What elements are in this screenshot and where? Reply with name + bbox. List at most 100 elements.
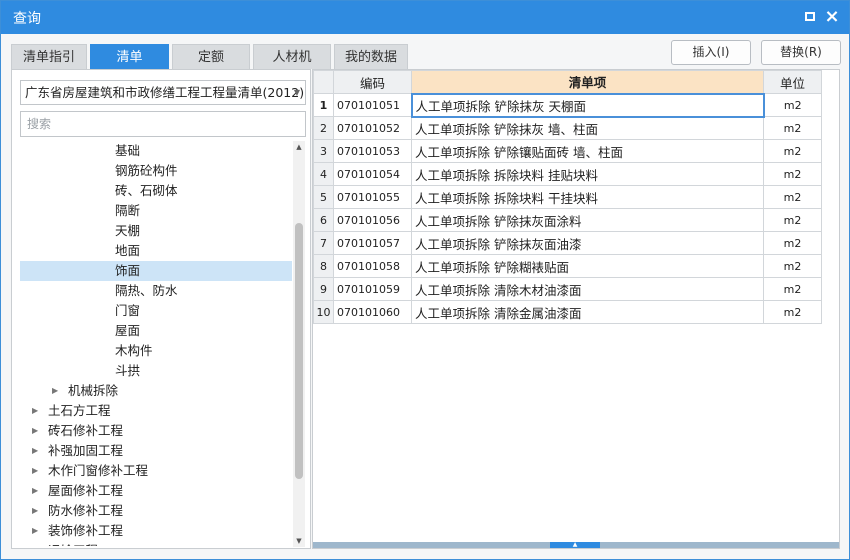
tree-item[interactable]: ▶ 补强加固工程 bbox=[20, 441, 292, 461]
code-cell[interactable]: 070101051 bbox=[333, 93, 412, 117]
insert-button[interactable]: 插入(I) bbox=[671, 40, 751, 65]
tree-item[interactable]: 砖、石砌体 bbox=[20, 181, 292, 201]
table-row[interactable]: 8 070101058 人工单项拆除 铲除糊裱贴面 m2 bbox=[313, 254, 822, 278]
tree-item[interactable]: 饰面 bbox=[20, 261, 292, 281]
unit-cell[interactable]: m2 bbox=[763, 116, 822, 140]
item-cell[interactable]: 人工单项拆除 铲除抹灰面涂料 bbox=[411, 208, 764, 232]
expand-arrow-icon[interactable]: ▶ bbox=[32, 461, 38, 481]
item-cell[interactable]: 人工单项拆除 铲除抹灰面油漆 bbox=[411, 231, 764, 255]
tab-bill[interactable]: 清单 bbox=[90, 44, 169, 69]
unit-cell[interactable]: m2 bbox=[763, 300, 822, 324]
unit-cell[interactable]: m2 bbox=[763, 93, 822, 117]
tree-item[interactable]: 隔断 bbox=[20, 201, 292, 221]
table-row[interactable]: 3 070101053 人工单项拆除 铲除镶贴面砖 墙、柱面 m2 bbox=[313, 139, 822, 163]
item-cell[interactable]: 人工单项拆除 铲除镶贴面砖 墙、柱面 bbox=[411, 139, 764, 163]
title-bar[interactable]: 查询 × bbox=[1, 1, 849, 34]
table-row[interactable]: 1 070101051 人工单项拆除 铲除抹灰 天棚面 m2 bbox=[313, 92, 822, 118]
row-number[interactable]: 10 bbox=[313, 300, 334, 324]
item-cell[interactable]: 人工单项拆除 铲除糊裱贴面 bbox=[411, 254, 764, 278]
scroll-up-icon[interactable]: ▲ bbox=[293, 141, 305, 153]
unit-cell[interactable]: m2 bbox=[763, 139, 822, 163]
tree-item[interactable]: ▶ 屋面修补工程 bbox=[20, 481, 292, 501]
tab-quota[interactable]: 定额 bbox=[172, 44, 250, 69]
tree-item[interactable]: 基础 bbox=[20, 141, 292, 161]
table-row[interactable]: 5 070101055 人工单项拆除 拆除块料 干挂块料 m2 bbox=[313, 185, 822, 209]
expand-arrow-icon[interactable]: ▶ bbox=[32, 501, 38, 521]
code-cell[interactable]: 070101057 bbox=[333, 231, 412, 255]
tree-item[interactable]: 木构件 bbox=[20, 341, 292, 361]
tab-guide[interactable]: 清单指引 bbox=[11, 44, 87, 69]
code-cell[interactable]: 070101060 bbox=[333, 300, 412, 324]
splitter-grip-icon[interactable]: ▲ bbox=[550, 542, 600, 548]
table-row[interactable]: 10 070101060 人工单项拆除 清除金属油漆面 m2 bbox=[313, 300, 822, 324]
scroll-down-icon[interactable]: ▼ bbox=[293, 535, 305, 547]
row-number[interactable]: 7 bbox=[313, 231, 334, 255]
tab-my-data[interactable]: 我的数据 bbox=[334, 44, 408, 69]
code-cell[interactable]: 070101055 bbox=[333, 185, 412, 209]
row-number[interactable]: 3 bbox=[313, 139, 334, 163]
tree-item[interactable]: 隔热、防水 bbox=[20, 281, 292, 301]
row-number[interactable]: 6 bbox=[313, 208, 334, 232]
tree-item[interactable]: ▶ 运输工程 bbox=[20, 541, 292, 546]
tree-item[interactable]: 钢筋砼构件 bbox=[20, 161, 292, 181]
column-header-code[interactable]: 编码 bbox=[333, 70, 412, 94]
scrollbar-thumb[interactable] bbox=[295, 223, 303, 479]
item-cell[interactable]: 人工单项拆除 拆除块料 干挂块料 bbox=[411, 185, 764, 209]
tree-item[interactable]: 天棚 bbox=[20, 221, 292, 241]
expand-arrow-icon[interactable]: ▶ bbox=[32, 441, 38, 461]
tree-item[interactable]: ▶ 木作门窗修补工程 bbox=[20, 461, 292, 481]
tree-item[interactable]: ▶ 防水修补工程 bbox=[20, 501, 292, 521]
unit-cell[interactable]: m2 bbox=[763, 277, 822, 301]
row-number[interactable]: 5 bbox=[313, 185, 334, 209]
tree-item[interactable]: ▶ 装饰修补工程 bbox=[20, 521, 292, 541]
tree-scrollbar[interactable]: ▲ ▼ bbox=[293, 141, 305, 547]
unit-cell[interactable]: m2 bbox=[763, 208, 822, 232]
tree-item[interactable]: ▶ 土石方工程 bbox=[20, 401, 292, 421]
column-header-item[interactable]: 清单项 bbox=[411, 70, 764, 94]
search-input[interactable] bbox=[20, 111, 306, 137]
library-select[interactable]: 广东省房屋建筑和市政修缮工程工程量清单(2012) ▼ bbox=[20, 80, 306, 105]
code-cell[interactable]: 070101058 bbox=[333, 254, 412, 278]
tree-item[interactable]: ▶ 机械拆除 bbox=[20, 381, 292, 401]
item-cell[interactable]: 人工单项拆除 清除木材油漆面 bbox=[411, 277, 764, 301]
code-cell[interactable]: 070101054 bbox=[333, 162, 412, 186]
table-row[interactable]: 9 070101059 人工单项拆除 清除木材油漆面 m2 bbox=[313, 277, 822, 301]
code-cell[interactable]: 070101056 bbox=[333, 208, 412, 232]
item-cell[interactable]: 人工单项拆除 清除金属油漆面 bbox=[411, 300, 764, 324]
tab-materials[interactable]: 人材机 bbox=[253, 44, 331, 69]
row-number[interactable]: 2 bbox=[313, 116, 334, 140]
tree-item[interactable]: 斗拱 bbox=[20, 361, 292, 381]
table-row[interactable]: 4 070101054 人工单项拆除 拆除块料 挂贴块料 m2 bbox=[313, 162, 822, 186]
expand-arrow-icon[interactable]: ▶ bbox=[32, 481, 38, 501]
item-cell[interactable]: 人工单项拆除 铲除抹灰 天棚面 bbox=[410, 92, 765, 118]
row-number[interactable]: 4 bbox=[313, 162, 334, 186]
code-cell[interactable]: 070101052 bbox=[333, 116, 412, 140]
expand-arrow-icon[interactable]: ▶ bbox=[32, 421, 38, 441]
tree-item[interactable]: 地面 bbox=[20, 241, 292, 261]
table-row[interactable]: 6 070101056 人工单项拆除 铲除抹灰面涂料 m2 bbox=[313, 208, 822, 232]
unit-cell[interactable]: m2 bbox=[763, 231, 822, 255]
tree-item[interactable]: 门窗 bbox=[20, 301, 292, 321]
row-number[interactable]: 9 bbox=[313, 277, 334, 301]
replace-button[interactable]: 替换(R) bbox=[761, 40, 841, 65]
tree-item[interactable]: ▶ 砖石修补工程 bbox=[20, 421, 292, 441]
unit-cell[interactable]: m2 bbox=[763, 185, 822, 209]
horizontal-scrollbar[interactable]: ▲ bbox=[313, 542, 839, 548]
table-row[interactable]: 7 070101057 人工单项拆除 铲除抹灰面油漆 m2 bbox=[313, 231, 822, 255]
code-cell[interactable]: 070101053 bbox=[333, 139, 412, 163]
column-header-unit[interactable]: 单位 bbox=[763, 70, 822, 94]
restore-icon[interactable] bbox=[801, 8, 819, 26]
expand-arrow-icon[interactable]: ▶ bbox=[52, 381, 58, 401]
item-cell[interactable]: 人工单项拆除 铲除抹灰 墙、柱面 bbox=[411, 116, 764, 140]
tree-item[interactable]: 屋面 bbox=[20, 321, 292, 341]
expand-arrow-icon[interactable]: ▶ bbox=[32, 541, 38, 546]
item-cell[interactable]: 人工单项拆除 拆除块料 挂贴块料 bbox=[411, 162, 764, 186]
code-cell[interactable]: 070101059 bbox=[333, 277, 412, 301]
row-number[interactable]: 8 bbox=[313, 254, 334, 278]
expand-arrow-icon[interactable]: ▶ bbox=[32, 521, 38, 541]
close-icon[interactable]: × bbox=[823, 8, 841, 26]
row-number[interactable]: 1 bbox=[313, 93, 334, 117]
unit-cell[interactable]: m2 bbox=[763, 254, 822, 278]
unit-cell[interactable]: m2 bbox=[763, 162, 822, 186]
expand-arrow-icon[interactable]: ▶ bbox=[32, 401, 38, 421]
